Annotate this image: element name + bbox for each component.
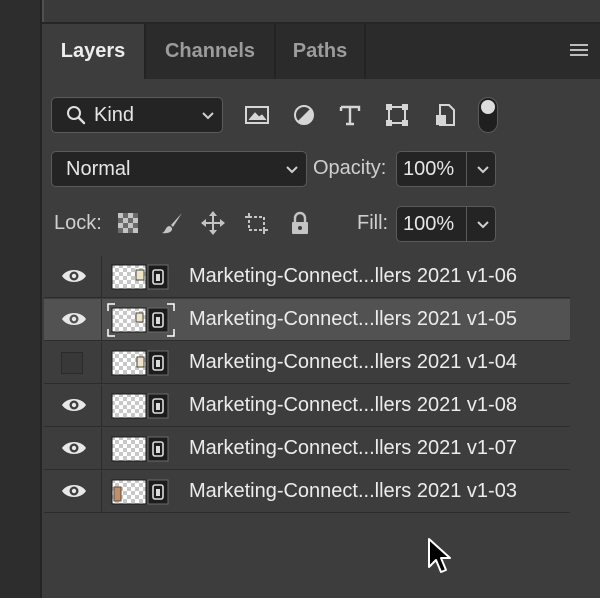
eye-icon[interactable] [61, 482, 87, 500]
shape-filter-icon[interactable] [382, 100, 412, 130]
search-icon [67, 106, 86, 125]
left-sidebar-strip [0, 0, 42, 598]
tab-paths[interactable]: Paths [276, 24, 366, 79]
layers-list: Marketing-Connect...llers 2021 v1-06 Mar… [44, 256, 570, 516]
layer-name: Marketing-Connect...llers 2021 v1-07 [189, 437, 517, 459]
lock-position-icon[interactable] [200, 210, 226, 236]
filter-toggle-switch[interactable] [478, 97, 498, 133]
mouse-pointer-icon [428, 538, 451, 573]
upper-panel-divider [42, 0, 44, 22]
chevron-down-icon [286, 166, 298, 174]
lock-label: Lock: [54, 212, 102, 234]
layer-thumbnail [111, 393, 169, 419]
lock-all-icon[interactable] [287, 210, 313, 236]
adjustment-filter-icon[interactable] [289, 100, 319, 130]
upper-panel-edge [42, 0, 600, 24]
layer-name: Marketing-Connect...llers 2021 v1-06 [189, 265, 517, 287]
tab-channels[interactable]: Channels [146, 24, 276, 79]
panel-tab-bar: Layers Channels Paths [42, 24, 600, 79]
lock-transparent-pixels-icon[interactable] [115, 210, 141, 236]
eye-icon[interactable] [61, 439, 87, 457]
layer-thumbnail [111, 479, 169, 505]
layer-row[interactable]: Marketing-Connect...llers 2021 v1-08 [44, 385, 570, 427]
layer-visibility-toggle[interactable] [44, 256, 102, 298]
opacity-value: 100% [403, 158, 455, 180]
chevron-down-icon[interactable] [475, 162, 491, 178]
fill-divider [466, 207, 467, 241]
layer-row[interactable]: Marketing-Connect...llers 2021 v1-06 [44, 256, 570, 298]
layer-name: Marketing-Connect...llers 2021 v1-05 [189, 308, 517, 330]
layer-row[interactable]: Marketing-Connect...llers 2021 v1-03 [44, 471, 570, 513]
layer-thumbnail [111, 436, 169, 462]
lock-artboard-icon[interactable] [243, 210, 269, 236]
chevron-down-icon [202, 112, 214, 120]
eye-icon[interactable] [61, 396, 87, 414]
opacity-divider [466, 152, 467, 186]
fill-label: Fill: [357, 212, 389, 234]
eye-icon[interactable] [61, 267, 87, 285]
blend-mode-value: Normal [66, 158, 131, 180]
hidden-visibility-box[interactable] [61, 352, 83, 374]
tab-layers[interactable]: Layers [42, 24, 146, 79]
filter-toggle-knob [481, 100, 495, 114]
layer-thumbnail [111, 264, 169, 290]
panel-menu-icon[interactable] [570, 44, 588, 58]
chevron-down-icon[interactable] [475, 217, 491, 233]
layer-visibility-toggle[interactable] [44, 428, 102, 470]
filter-kind-label: Kind [94, 104, 135, 126]
layer-visibility-toggle[interactable] [44, 471, 102, 513]
layers-panel: Layers Channels Paths Kind Normal Opacit… [42, 24, 600, 598]
lock-image-pixels-icon[interactable] [159, 210, 185, 236]
layer-visibility-toggle[interactable] [44, 342, 102, 384]
fill-field[interactable]: 100% [396, 206, 496, 242]
fill-value: 100% [403, 213, 455, 235]
filter-kind-dropdown[interactable]: Kind [51, 97, 223, 133]
layer-visibility-toggle[interactable] [44, 385, 102, 427]
layer-thumbnail-selected [107, 303, 175, 337]
layer-visibility-toggle[interactable] [44, 299, 102, 341]
type-filter-icon[interactable] [335, 100, 365, 130]
layer-name: Marketing-Connect...llers 2021 v1-04 [189, 351, 517, 373]
smart-object-filter-icon[interactable] [430, 100, 460, 130]
layer-row-selected[interactable]: Marketing-Connect...llers 2021 v1-05 [44, 299, 570, 341]
layer-row[interactable]: Marketing-Connect...llers 2021 v1-04 [44, 342, 570, 384]
layer-name: Marketing-Connect...llers 2021 v1-03 [189, 480, 517, 502]
blend-mode-dropdown[interactable]: Normal [51, 151, 307, 187]
image-filter-icon[interactable] [242, 100, 272, 130]
opacity-field[interactable]: 100% [396, 151, 496, 187]
opacity-label: Opacity: [313, 157, 387, 179]
layer-name: Marketing-Connect...llers 2021 v1-08 [189, 394, 517, 416]
layer-thumbnail [111, 350, 169, 376]
layer-row[interactable]: Marketing-Connect...llers 2021 v1-07 [44, 428, 570, 470]
eye-icon[interactable] [61, 310, 87, 328]
